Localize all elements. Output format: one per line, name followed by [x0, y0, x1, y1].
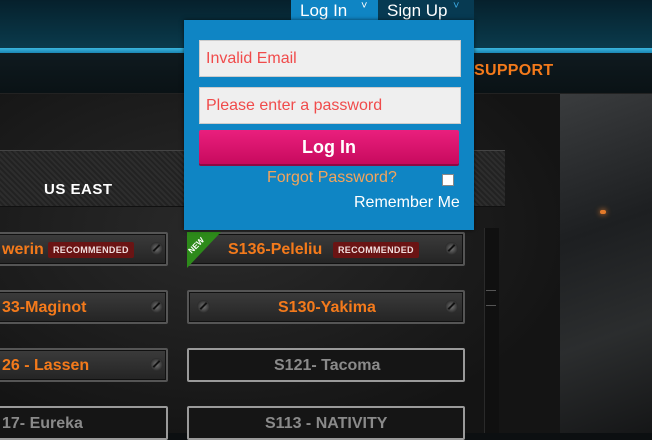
login-button[interactable]: Log In [199, 130, 459, 164]
server-button-s136-peleliu[interactable]: S136-Peleliu RECOMMENDED [187, 232, 465, 266]
signup-tab[interactable]: Sign Up ˅ [378, 0, 474, 22]
recommended-badge: RECOMMENDED [333, 242, 419, 258]
background-artwork [560, 94, 652, 433]
server-button-lassen[interactable]: 26 - Lassen [0, 348, 168, 382]
server-name: S113 - NATIVITY [265, 415, 388, 432]
server-button-s121-tacoma[interactable]: S121- Tacoma [187, 348, 465, 382]
server-name: 17- Eureka [2, 415, 83, 432]
screw-icon [445, 242, 458, 255]
recommended-badge: RECOMMENDED [48, 242, 134, 258]
chevron-down-icon: ˅ [361, 0, 368, 12]
login-tab[interactable]: Log In ˅ [291, 0, 378, 22]
chevron-down-icon: ˅ [453, 0, 460, 12]
server-name: 33-Maginot [2, 299, 87, 316]
server-list-scrollbar[interactable] [484, 228, 499, 433]
password-field[interactable] [199, 87, 461, 124]
nav-support-link[interactable]: SUPPORT [474, 62, 553, 80]
server-button-s113-nativity[interactable]: S113 - NATIVITY [187, 406, 465, 440]
server-name: werin [2, 241, 44, 258]
ember-decoration [600, 210, 606, 214]
server-button-werin[interactable]: werin RECOMMENDED [0, 232, 168, 266]
login-panel: Log In Forgot Password? Remember Me [184, 20, 474, 230]
scrollbar-thumb[interactable] [486, 290, 496, 306]
server-button-maginot[interactable]: 33-Maginot [0, 290, 168, 324]
screw-icon [197, 300, 210, 313]
login-tab-label: Log In [300, 1, 348, 20]
server-name: S136-Peleliu [228, 241, 323, 258]
server-name: 26 - Lassen [2, 357, 90, 374]
screw-icon [150, 358, 163, 371]
server-name: S121- Tacoma [274, 357, 381, 374]
server-button-s130-yakima[interactable]: S130-Yakima [187, 290, 465, 324]
server-button-eureka[interactable]: 17- Eureka [0, 406, 168, 440]
new-ribbon: NEW [187, 232, 221, 268]
remember-me-label: Remember Me [354, 194, 460, 211]
forgot-password-link[interactable]: Forgot Password? [267, 169, 397, 187]
region-label: US EAST [44, 181, 113, 198]
signup-tab-label: Sign Up [387, 1, 448, 20]
email-field[interactable] [199, 40, 461, 77]
screw-icon [445, 300, 458, 313]
server-name: S130-Yakima [278, 299, 376, 316]
screw-icon [150, 242, 163, 255]
remember-me-checkbox[interactable] [442, 174, 454, 186]
screw-icon [150, 300, 163, 313]
